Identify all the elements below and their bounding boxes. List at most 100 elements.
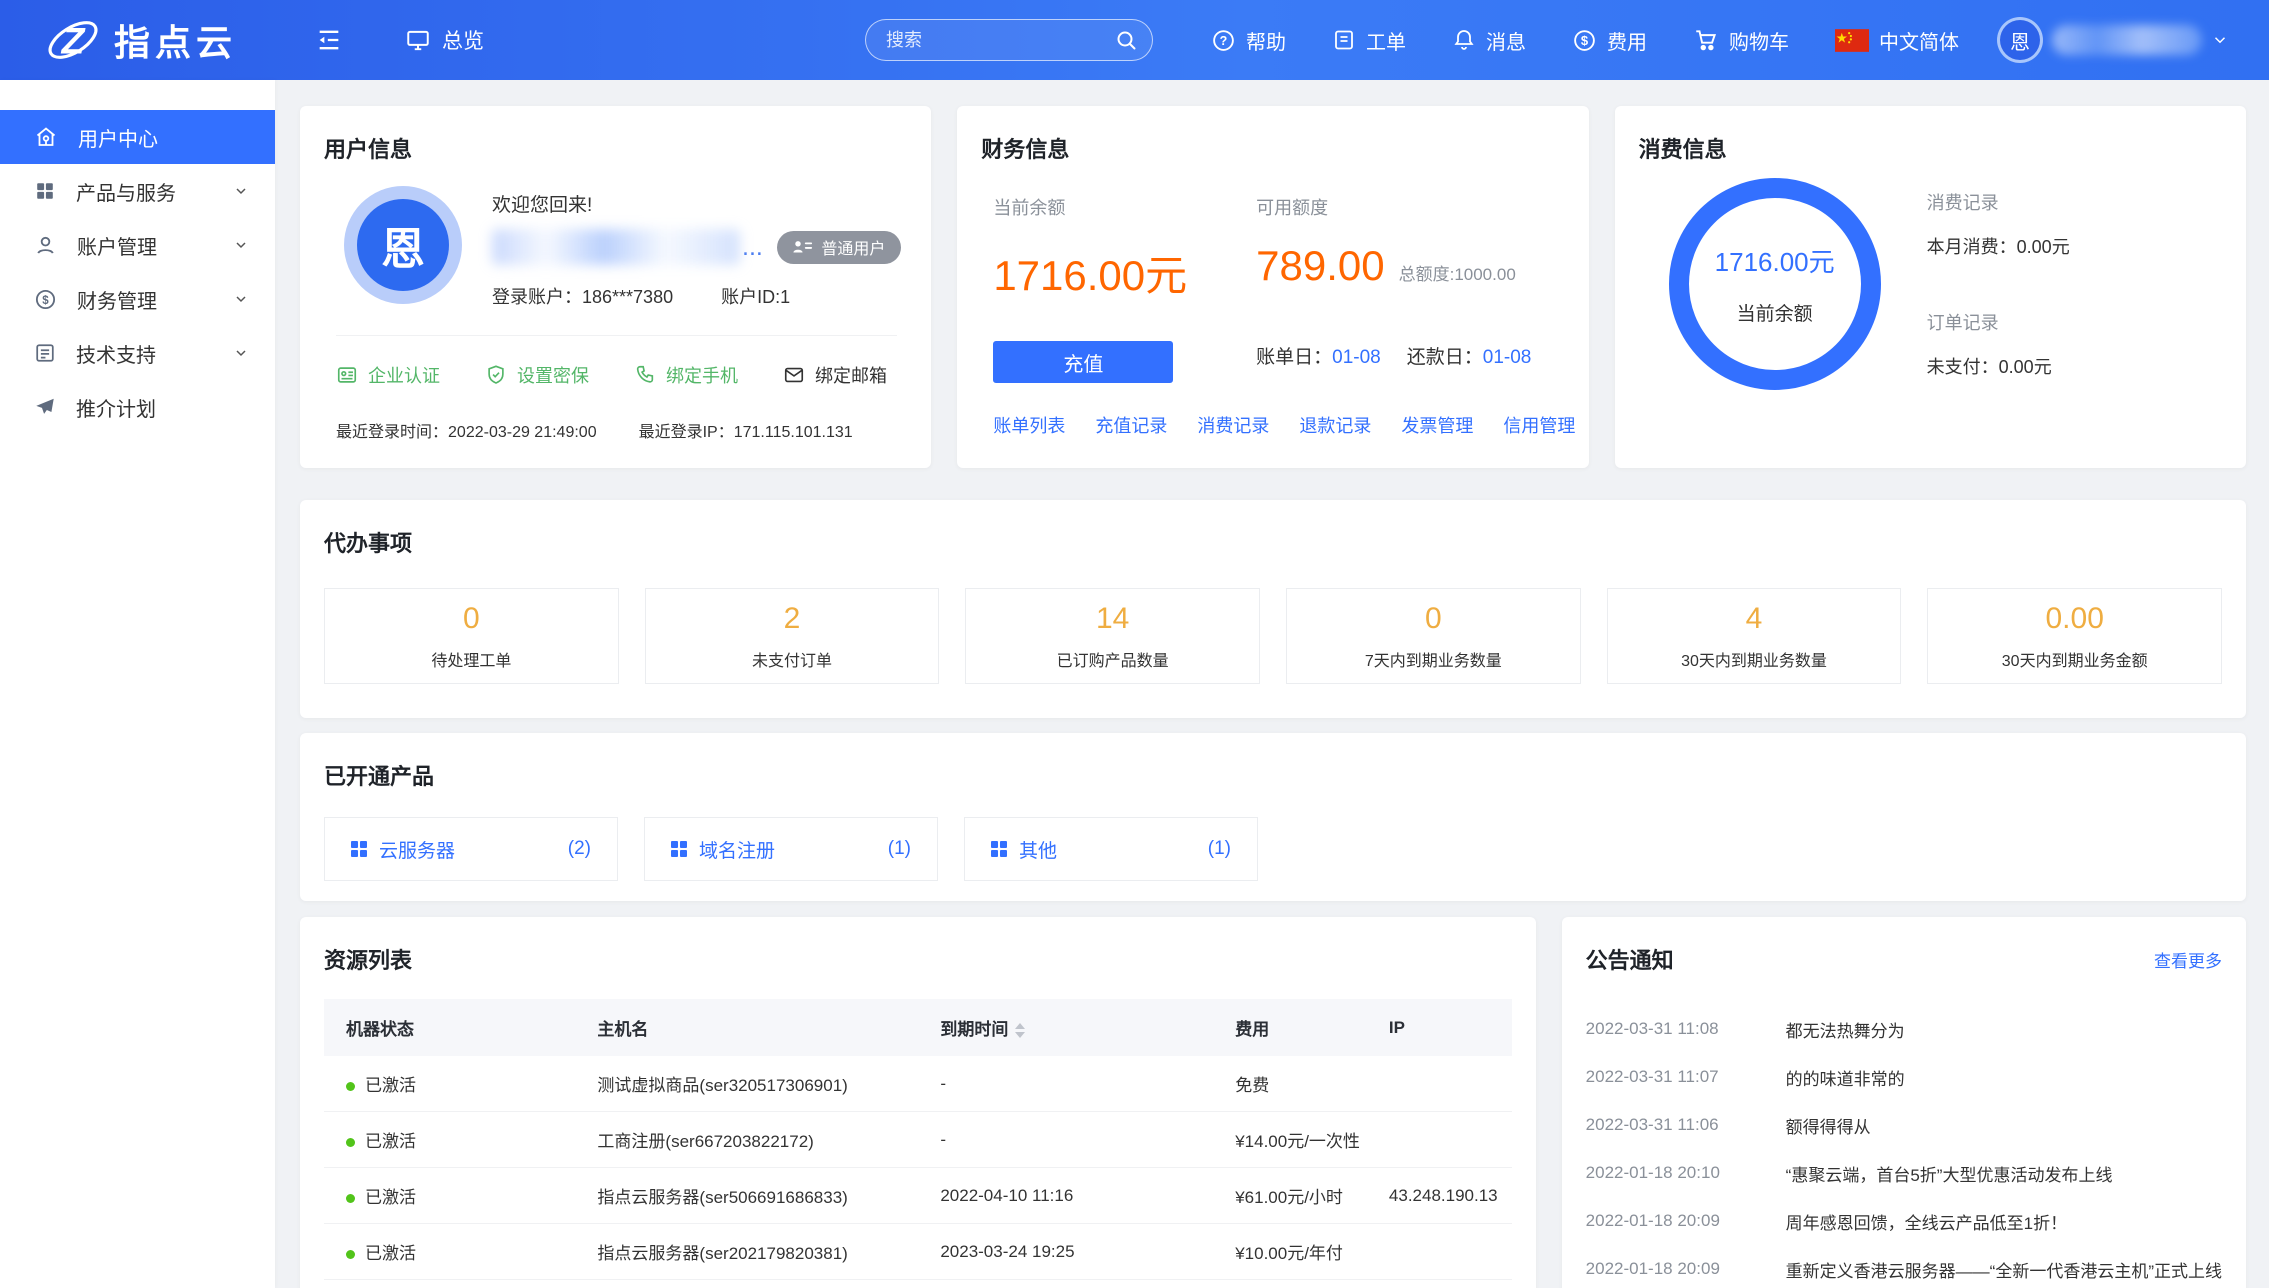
shield-check-icon [485, 364, 507, 386]
todo-unpaid-orders[interactable]: 2 未支付订单 [645, 588, 940, 684]
user-menu[interactable]: 恩 [1997, 17, 2229, 63]
sidebar-item-user-center[interactable]: 用户中心 [0, 110, 275, 164]
finance-info-card: 财务信息 当前余额 1716.00元 充值 可用额度 789.00 总额度:10… [957, 106, 1588, 468]
product-other[interactable]: 其他 (1) [964, 817, 1258, 881]
link-refund-records[interactable]: 退款记录 [1299, 412, 1371, 438]
list-item[interactable]: 2022-03-31 11:06 额得得得从 [1586, 1101, 2222, 1149]
link-recharge-records[interactable]: 充值记录 [1095, 412, 1167, 438]
link-invoice-management[interactable]: 发票管理 [1401, 412, 1473, 438]
card-title: 已开通产品 [324, 759, 2222, 791]
sidebar-item-products[interactable]: 产品与服务 [0, 164, 275, 218]
view-more-link[interactable]: 查看更多 [2154, 947, 2222, 972]
china-flag-icon [1835, 29, 1869, 52]
ring-value: 1716.00元 [1715, 242, 1835, 279]
list-item[interactable]: 2022-01-18 20:09 重新定义香港云服务器——“全新一代香港云主机”… [1586, 1245, 2222, 1288]
credit-total: 总额度:1000.00 [1399, 260, 1516, 285]
credit-label: 可用额度 [1256, 194, 1565, 220]
activated-products-card: 已开通产品 云服务器 (2) [300, 733, 2246, 901]
col-status: 机器状态 [324, 999, 583, 1056]
balance-ring: 1716.00元 当前余额 [1669, 178, 1881, 390]
consumption-info-card: 消费信息 1716.00元 当前余额 消费记录 本月消费：0.00元 订单记录 [1615, 106, 2246, 468]
last-login-ip: 最近登录IP：171.115.101.131 [639, 418, 853, 442]
top-header: Z 指点云 总览 ? [0, 0, 2269, 80]
recharge-button[interactable]: 充值 [993, 341, 1173, 383]
resource-table: 机器状态 主机名 到期时间 费用 IP 已激活 测试虚拟商品(ser32 [324, 999, 1512, 1280]
todo-card: 代办事项 0 待处理工单 2 未支付订单 14 已订购产品数量 0 7天内到期业… [300, 500, 2246, 718]
monitor-icon [405, 27, 431, 53]
product-cloud-server[interactable]: 云服务器 (2) [324, 817, 618, 881]
search-icon[interactable] [1114, 28, 1138, 52]
chevron-down-icon [233, 345, 249, 361]
app-logo[interactable]: Z 指点云 [44, 11, 237, 69]
link-consume-records[interactable]: 消费记录 [1197, 412, 1269, 438]
col-hostname: 主机名 [583, 999, 926, 1056]
product-domain[interactable]: 域名注册 (1) [644, 817, 938, 881]
menu-language[interactable]: 中文简体 [1835, 26, 1959, 55]
col-expire: 到期时间 [926, 999, 1221, 1056]
credit-value: 789.00 [1256, 242, 1384, 290]
welcome-text: 欢迎您回来! [492, 190, 907, 217]
dollar-circle-icon: $ [34, 288, 57, 311]
badge-person-icon [793, 240, 813, 254]
card-title: 消费信息 [1639, 132, 2222, 164]
list-item[interactable]: 2022-03-31 11:08 都无法热舞分为 [1586, 1005, 2222, 1053]
status-dot-icon [346, 1138, 355, 1147]
link-bill-list[interactable]: 账单列表 [993, 412, 1065, 438]
verify-email[interactable]: 绑定邮箱 [783, 362, 887, 388]
chevron-down-icon [233, 237, 249, 253]
sidebar-item-account[interactable]: 账户管理 [0, 218, 275, 272]
user-type-badge: 普通用户 [777, 231, 901, 264]
sidebar-item-support[interactable]: 技术支持 [0, 326, 275, 380]
sidebar-item-finance[interactable]: $ 财务管理 [0, 272, 275, 326]
status-dot-icon [346, 1082, 355, 1091]
search-input[interactable] [886, 30, 1114, 51]
sort-icon[interactable] [1015, 1023, 1025, 1038]
link-credit-management[interactable]: 信用管理 [1503, 412, 1575, 438]
balance-value: 1716.00元 [993, 242, 1256, 303]
avatar: 恩 [344, 186, 462, 304]
menu-help[interactable]: ? 帮助 [1211, 26, 1286, 55]
bill-day: 账单日：01-08 [1256, 342, 1381, 369]
todo-pending-tickets[interactable]: 0 待处理工单 [324, 588, 619, 684]
menu-fee[interactable]: $ 费用 [1572, 26, 1647, 55]
menu-ticket[interactable]: 工单 [1332, 26, 1406, 55]
user-info-card: 用户信息 恩 欢迎您回来! ... [300, 106, 931, 468]
order-records-label: 订单记录 [1927, 309, 2070, 335]
todo-expire-7days[interactable]: 0 7天内到期业务数量 [1286, 588, 1581, 684]
last-login-time: 最近登录时间：2022-03-29 21:49:00 [336, 418, 597, 442]
sidebar-item-referral[interactable]: 推介计划 [0, 380, 275, 434]
todo-ordered-products[interactable]: 14 已订购产品数量 [965, 588, 1260, 684]
menu-cart[interactable]: 购物车 [1693, 26, 1789, 55]
card-title: 公告通知 [1586, 943, 1674, 975]
svg-text:Z: Z [61, 19, 86, 61]
announcements-card: 公告通知 查看更多 2022-03-31 11:08 都无法热舞分为 2022-… [1562, 917, 2246, 1288]
paper-plane-icon [34, 396, 56, 418]
bell-icon [1452, 28, 1476, 52]
todo-expire-30days-amount[interactable]: 0.00 30天内到期业务金额 [1927, 588, 2222, 684]
verify-phone[interactable]: 绑定手机 [634, 362, 738, 388]
sidebar-collapse-icon[interactable] [315, 26, 343, 54]
verify-row: 企业认证 设置密保 [336, 335, 897, 388]
nav-overview[interactable]: 总览 [405, 25, 484, 55]
consume-records-label: 消费记录 [1927, 189, 2070, 215]
help-icon: ? [1211, 28, 1236, 53]
menu-message[interactable]: 消息 [1452, 26, 1526, 55]
status-dot-icon [346, 1194, 355, 1203]
unpaid-amount: 未支付：0.00元 [1927, 353, 2070, 379]
repay-day: 还款日：01-08 [1407, 342, 1532, 369]
logo-text: 指点云 [114, 14, 237, 66]
table-row: 已激活 工商注册(ser667203822172) - ¥14.00元/一次性 [324, 1112, 1512, 1168]
list-item[interactable]: 2022-01-18 20:09 周年感恩回馈，全线云产品低至1折！ [1586, 1197, 2222, 1245]
username-suffix: ... [742, 233, 763, 262]
document-icon [34, 342, 56, 364]
table-row: 已激活 测试虚拟商品(ser320517306901) - 免费 [324, 1056, 1512, 1112]
col-fee: 费用 [1221, 999, 1375, 1056]
list-item[interactable]: 2022-01-18 20:10 “惠聚云端，首台5折”大型优惠活动发布上线 [1586, 1149, 2222, 1197]
list-item[interactable]: 2022-03-31 11:07 的的味道非常的 [1586, 1053, 2222, 1101]
month-consume: 本月消费：0.00元 [1927, 233, 2070, 259]
verify-enterprise[interactable]: 企业认证 [336, 362, 440, 388]
verify-security[interactable]: 设置密保 [485, 362, 589, 388]
todo-expire-30days[interactable]: 4 30天内到期业务数量 [1607, 588, 1902, 684]
logo-icon: Z [44, 11, 102, 69]
table-row: 已激活 指点云服务器(ser506691686833) 2022-04-10 1… [324, 1168, 1512, 1224]
